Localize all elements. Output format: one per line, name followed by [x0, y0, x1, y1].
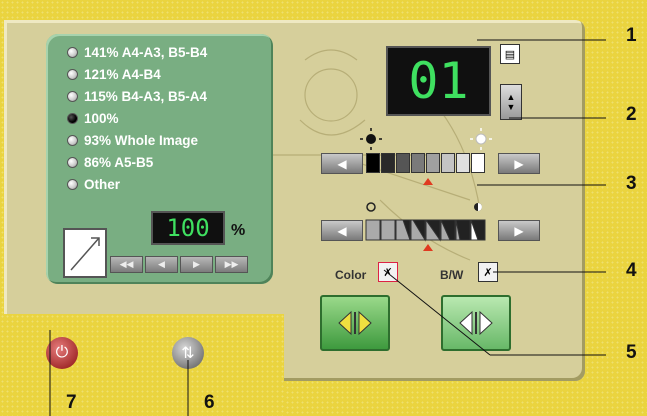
callout-1: 1 — [626, 25, 637, 46]
copier-control-screen: 141% A4-A3, B5-B4 121% A4-B4 115% B4-A3,… — [0, 0, 647, 416]
callout-2: 2 — [626, 104, 637, 125]
callout-lines — [49, 39, 606, 416]
callout-3: 3 — [626, 173, 637, 194]
callout-7: 7 — [66, 392, 77, 413]
callout-5: 5 — [626, 342, 637, 363]
callout-4: 4 — [626, 260, 637, 281]
callout-6: 6 — [204, 392, 215, 413]
